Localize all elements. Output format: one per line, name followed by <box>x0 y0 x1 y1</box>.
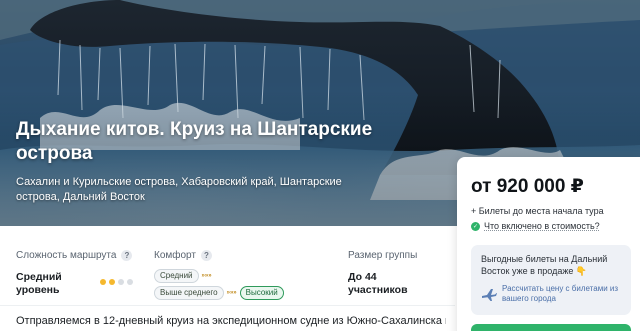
difficulty-value: Средний уровень <box>16 271 62 296</box>
difficulty-help-icon[interactable]: ? <box>121 250 133 261</box>
difficulty-label: Сложность маршрута <box>16 250 117 261</box>
check-icon: ✓ <box>471 221 480 231</box>
comfort-label: Комфорт <box>154 250 196 261</box>
comfort-chip-medium: Средний <box>154 269 199 283</box>
calculate-price-link[interactable]: Рассчитать цену с билетами из вашего гор… <box>502 284 627 304</box>
tour-facts: Сложность маршрута ? Средний уровень Ком… <box>16 250 436 300</box>
whats-included[interactable]: ✓ Что включено в стоимость? <box>471 221 600 231</box>
difficulty-dot-empty <box>127 279 133 285</box>
group-size-fact: Размер группы До 44 участников <box>348 250 418 297</box>
group-size-value: До 44 участников <box>348 271 408 296</box>
difficulty-dot-filled <box>100 279 106 285</box>
pointing-down-emoji: 👇 <box>575 266 588 276</box>
comfort-fact: Комфорт ? Средний »»» Выше среднего »»» … <box>154 250 284 300</box>
comfort-chip-above-medium: Выше среднего <box>154 286 224 300</box>
comfort-help-icon[interactable]: ? <box>200 250 212 261</box>
whats-included-link[interactable]: Что включено в стоимость? <box>484 221 600 231</box>
tickets-promo: Выгодные билеты на Дальний Восток уже в … <box>471 245 631 315</box>
difficulty-dot-filled <box>109 279 115 285</box>
comfort-chip-high: Высокий <box>239 286 284 300</box>
difficulty-level-indicator <box>100 279 133 285</box>
group-size-label: Размер группы <box>348 250 418 261</box>
difficulty-dot-empty <box>118 279 124 285</box>
book-button[interactable] <box>471 324 631 331</box>
comfort-separator-icon: »»» <box>201 273 212 279</box>
difficulty-fact: Сложность маршрута ? Средний уровень <box>16 250 133 297</box>
tour-description: Отправляемся в 12-дневный круиз на экспе… <box>16 315 446 327</box>
section-divider <box>0 305 455 306</box>
tour-price: от 920 000 ₽ <box>471 176 584 197</box>
comfort-separator-icon: »»» <box>226 290 237 296</box>
tour-regions: Сахалин и Курильские острова, Хабаровски… <box>16 176 342 203</box>
price-card: от 920 000 ₽ + Билеты до места начала ту… <box>457 157 640 331</box>
page-title: Дыхание китов. Круиз на Шантарские остро… <box>16 119 373 164</box>
airplane-icon <box>482 289 497 301</box>
promo-text: Выгодные билеты на Дальний Восток уже в … <box>481 254 608 276</box>
comfort-levels: Средний »»» Выше среднего »»» Высокий <box>154 269 284 300</box>
perk-tickets: + Билеты до места начала тура <box>471 206 604 216</box>
